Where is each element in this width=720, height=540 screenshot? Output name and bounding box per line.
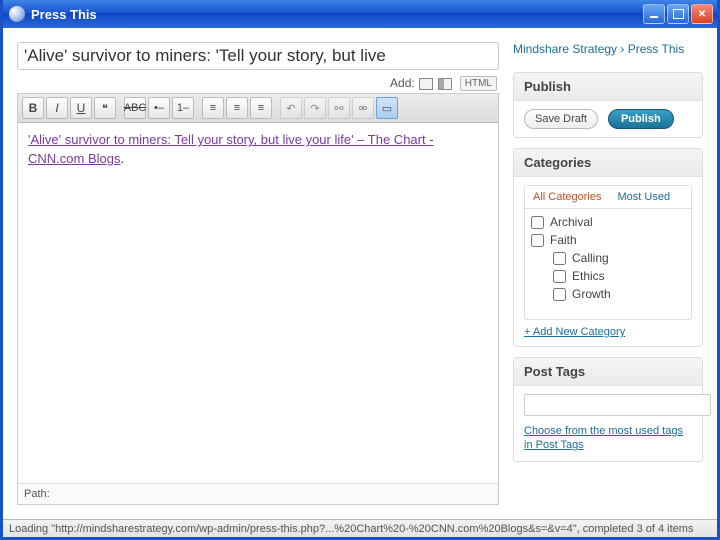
category-tabs: All Categories Most Used Archival Faith … xyxy=(524,185,692,320)
breadcrumb-page[interactable]: Press This xyxy=(628,42,684,56)
bold-button[interactable]: B xyxy=(22,97,44,119)
category-item[interactable]: Growth xyxy=(531,285,685,303)
categories-header: Categories xyxy=(514,149,702,177)
editor-path: Path: xyxy=(18,483,498,504)
fullscreen-button[interactable]: ▭ xyxy=(376,97,398,119)
sidebar: Mindshare Strategy › Press This Publish … xyxy=(513,42,703,505)
post-title-input[interactable] xyxy=(17,42,499,70)
publish-button[interactable]: Publish xyxy=(608,109,674,129)
titlebar: Press This xyxy=(3,0,717,28)
underline-button[interactable]: U xyxy=(70,97,92,119)
bullet-list-button[interactable]: •– xyxy=(148,97,170,119)
category-checkbox[interactable] xyxy=(553,252,566,265)
add-media-row: Add: HTML xyxy=(19,76,497,91)
category-checkbox[interactable] xyxy=(531,234,544,247)
category-item[interactable]: Archival xyxy=(531,213,685,231)
add-video-icon[interactable] xyxy=(438,78,452,90)
category-item[interactable]: Faith xyxy=(531,231,685,249)
publish-panel: Publish Save Draft Publish xyxy=(513,72,703,138)
main-column: Add: HTML B I U ❝ ABC •– 1– xyxy=(17,42,499,505)
publish-header: Publish xyxy=(514,73,702,101)
tab-most-used[interactable]: Most Used xyxy=(609,186,678,208)
breadcrumb: Mindshare Strategy › Press This xyxy=(513,42,703,56)
category-item[interactable]: Ethics xyxy=(531,267,685,285)
favicon-icon xyxy=(9,6,25,22)
tab-all-categories[interactable]: All Categories xyxy=(525,186,609,208)
align-center-button[interactable]: ≡ xyxy=(226,97,248,119)
align-left-button[interactable]: ≡ xyxy=(202,97,224,119)
category-checkbox[interactable] xyxy=(531,216,544,229)
number-list-button[interactable]: 1– xyxy=(172,97,194,119)
unlink-button[interactable]: ⚮ xyxy=(352,97,374,119)
categories-panel: Categories All Categories Most Used Arch… xyxy=(513,148,703,347)
strikethrough-button[interactable]: ABC xyxy=(124,97,146,119)
blockquote-button[interactable]: ❝ xyxy=(94,97,116,119)
tags-panel: Post Tags Add Choose from the most used … xyxy=(513,357,703,462)
category-list[interactable]: Archival Faith Calling Ethics Growth xyxy=(525,209,691,319)
category-item[interactable]: Calling xyxy=(531,249,685,267)
editor-content[interactable]: 'Alive' survivor to miners: Tell your st… xyxy=(18,123,498,483)
category-checkbox[interactable] xyxy=(553,270,566,283)
breadcrumb-site[interactable]: Mindshare Strategy xyxy=(513,42,617,56)
choose-tags-link[interactable]: Choose from the most used tags in Post T… xyxy=(524,424,692,453)
maximize-button[interactable] xyxy=(667,4,689,24)
add-label: Add: xyxy=(390,76,418,90)
category-checkbox[interactable] xyxy=(553,288,566,301)
italic-button[interactable]: I xyxy=(46,97,68,119)
tag-input[interactable] xyxy=(524,394,711,416)
tags-header: Post Tags xyxy=(514,358,702,386)
add-image-icon[interactable] xyxy=(419,78,433,90)
editor-link[interactable]: 'Alive' survivor to miners: Tell your st… xyxy=(28,132,434,165)
editor: B I U ❝ ABC •– 1– ≡ ≡ ≡ ↶ ↷ xyxy=(17,93,499,505)
editor-trailing: . xyxy=(120,151,124,166)
status-bar: Loading "http://mindsharestrategy.com/wp… xyxy=(3,519,717,537)
window-title: Press This xyxy=(31,7,97,22)
undo-button[interactable]: ↶ xyxy=(280,97,302,119)
align-right-button[interactable]: ≡ xyxy=(250,97,272,119)
client-area: Add: HTML B I U ❝ ABC •– 1– xyxy=(3,28,717,519)
save-draft-button[interactable]: Save Draft xyxy=(524,109,598,129)
html-tab-button[interactable]: HTML xyxy=(460,76,497,91)
redo-button[interactable]: ↷ xyxy=(304,97,326,119)
link-button[interactable]: ⚯ xyxy=(328,97,350,119)
window: Press This Add: HTML B I U xyxy=(0,0,720,540)
close-button[interactable] xyxy=(691,4,713,24)
add-category-link[interactable]: + Add New Category xyxy=(524,326,692,338)
editor-toolbar: B I U ❝ ABC •– 1– ≡ ≡ ≡ ↶ ↷ xyxy=(18,94,498,123)
minimize-button[interactable] xyxy=(643,4,665,24)
